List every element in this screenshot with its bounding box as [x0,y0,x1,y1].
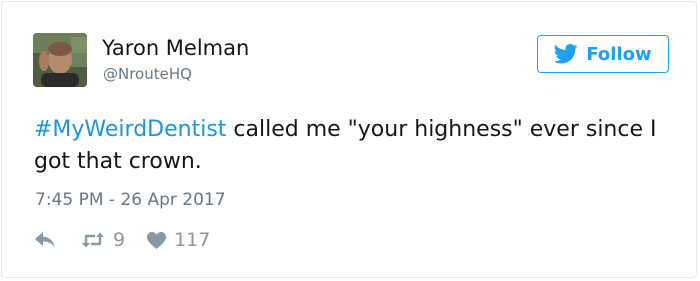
tweet-card: Yaron Melman @NrouteHQ Follow #MyWeirdDe… [1,1,697,278]
follow-label: Follow [586,43,652,65]
avatar[interactable] [33,33,87,87]
heart-icon [147,231,167,249]
tweet-text: #MyWeirdDentist called me "your highness… [34,114,674,178]
action-bar: 9 117 [35,227,210,253]
retweet-icon [82,232,104,248]
retweet-count: 9 [113,229,126,251]
follow-button[interactable]: Follow [537,35,669,73]
timestamp[interactable]: 7:45 PM - 26 Apr 2017 [35,189,226,211]
reply-arrow-icon [35,232,55,247]
like-count: 117 [174,229,211,251]
reply-button[interactable] [35,232,55,248]
author-name[interactable]: Yaron Melman [102,35,249,61]
twitter-bird-icon [554,44,578,64]
author-handle[interactable]: @NrouteHQ [103,65,192,83]
hashtag-link[interactable]: #MyWeirdDentist [34,117,226,142]
avatar-photo [33,33,87,87]
like-button[interactable]: 117 [147,227,210,253]
retweet-button[interactable]: 9 [81,227,125,253]
